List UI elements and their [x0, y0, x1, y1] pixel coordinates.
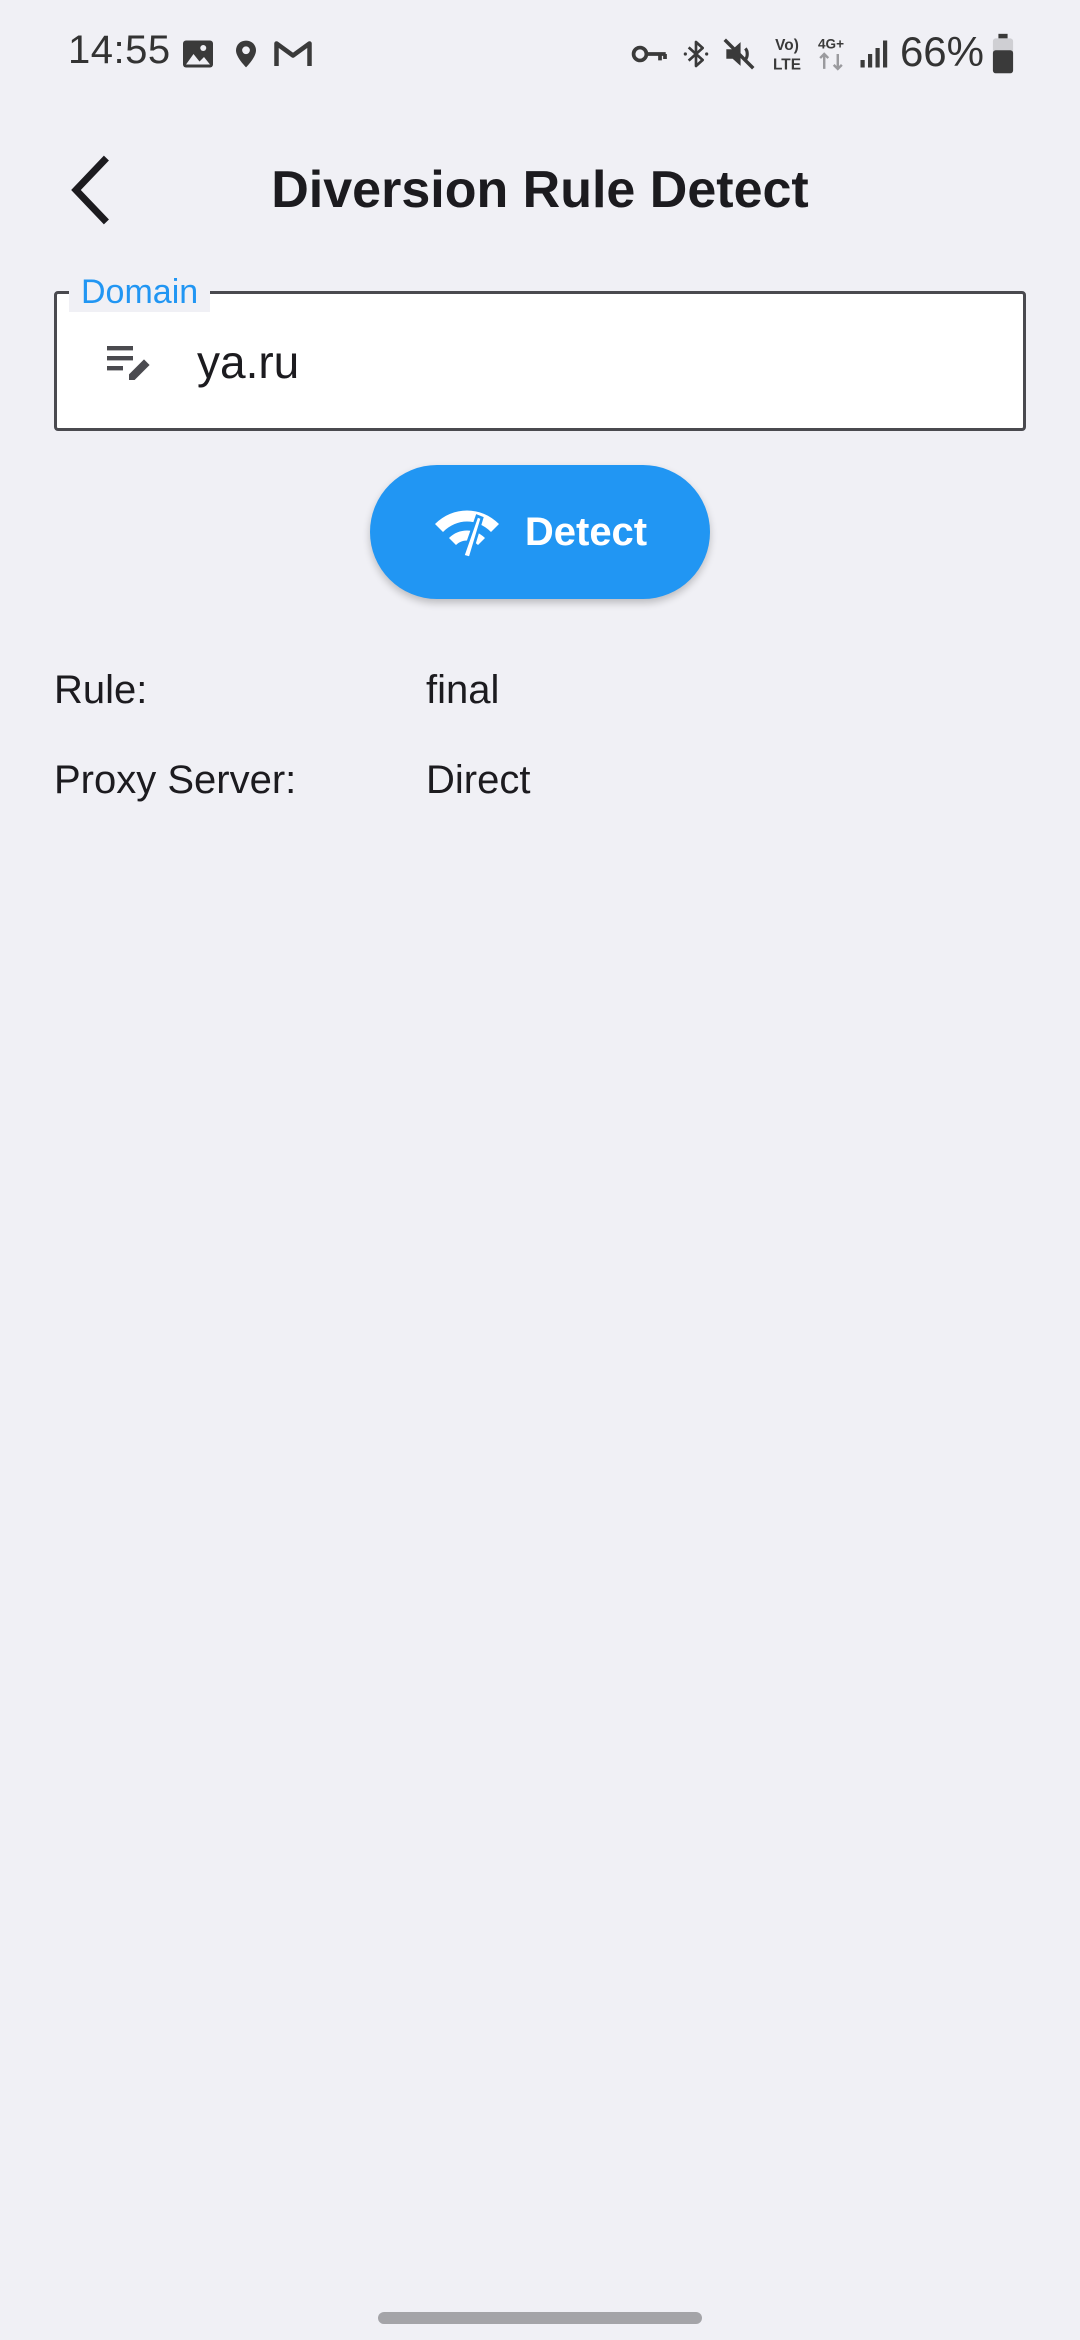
- svg-text:4G+: 4G+: [818, 37, 844, 52]
- gallery-icon: [183, 40, 213, 68]
- battery-percent: 66%: [899, 28, 984, 75]
- chevron-left-icon: [71, 155, 109, 225]
- proxy-server-row: Proxy Server: Direct: [54, 750, 954, 810]
- bluetooth-icon: [683, 40, 709, 68]
- home-indicator[interactable]: [378, 2312, 702, 2324]
- 4g-data-icon: 4G+: [818, 37, 844, 71]
- battery-icon: [992, 33, 1014, 74]
- domain-field[interactable]: Domain: [54, 272, 1026, 431]
- detect-button[interactable]: Detect: [370, 465, 710, 599]
- mute-icon: [723, 38, 755, 70]
- detect-button-label: Detect: [524, 509, 648, 554]
- svg-text:Vo): Vo): [775, 37, 799, 54]
- network-check-icon: [434, 510, 499, 560]
- volte-icon: Vo) LTE: [773, 37, 801, 74]
- back-button[interactable]: [40, 140, 140, 240]
- rule-label: Rule:: [54, 668, 148, 712]
- domain-field-label: Domain: [69, 272, 211, 312]
- domain-input[interactable]: [197, 322, 977, 402]
- status-time: 14:55: [68, 28, 171, 72]
- proxy-server-value: Direct: [426, 758, 531, 802]
- rule-row: Rule: final: [54, 660, 954, 720]
- page-title: Diversion Rule Detect: [271, 161, 809, 219]
- gmail-icon: [274, 41, 312, 66]
- status-bar: 14:55 Vo) LTE 4G+ 66%: [0, 0, 1080, 108]
- signal-icon: [860, 40, 888, 68]
- vpn-key-icon: [631, 45, 667, 63]
- location-icon: [236, 40, 256, 68]
- svg-text:LTE: LTE: [773, 56, 801, 73]
- screen: 14:55 Vo) LTE 4G+ 66% Diversion Rule Det…: [0, 0, 1080, 2340]
- edit-note-icon: [107, 346, 150, 380]
- proxy-server-label: Proxy Server:: [54, 758, 297, 802]
- rule-value: final: [426, 668, 500, 712]
